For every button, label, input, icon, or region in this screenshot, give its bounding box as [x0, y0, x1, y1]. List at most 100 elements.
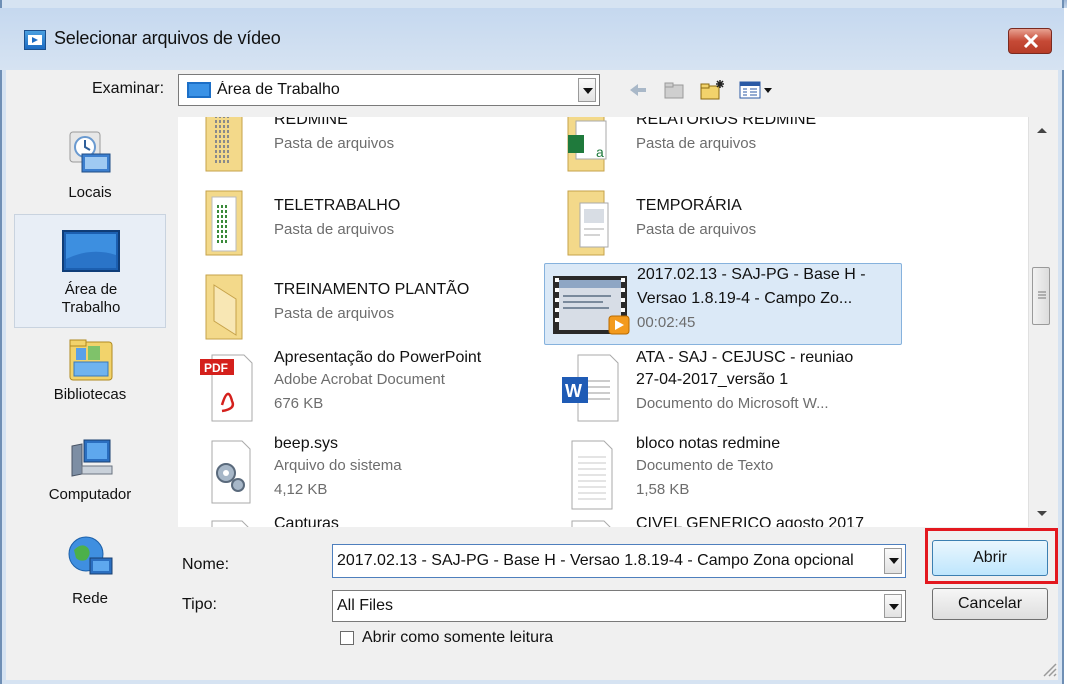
list-item-selected-video[interactable]: 2017.02.13 - SAJ-PG - Base H - Versao 1.… [544, 263, 902, 345]
file-name: TEMPORÁRIA [636, 197, 742, 214]
file-name-value: 2017.02.13 - SAJ-PG - Base H - Versao 1.… [337, 552, 854, 569]
folder-excel-icon: a [567, 117, 607, 172]
file-icon [571, 520, 611, 527]
pdf-icon: PDF [200, 354, 253, 422]
file-name: Apresentação do PowerPoint [274, 349, 482, 366]
open-button-highlight [925, 528, 1058, 584]
svg-text:PDF: PDF [204, 361, 228, 375]
file-icon [211, 520, 249, 527]
list-item[interactable]: CIVEL GENERICO agosto 2017 [544, 515, 904, 527]
look-in-label: Examinar: [92, 80, 165, 97]
file-name: bloco notas redmine [636, 435, 781, 452]
file-type: Adobe Acrobat Document [274, 371, 445, 388]
file-type: Documento do Microsoft W... [636, 395, 829, 412]
readonly-checkbox-label: Abrir como somente leitura [362, 629, 554, 646]
window-title: Selecionar arquivos de vídeo [54, 28, 281, 48]
scroll-thumb[interactable] [1032, 267, 1050, 325]
file-name: beep.sys [274, 435, 339, 452]
place-desktop-label-line1: Área de [64, 281, 118, 298]
list-item[interactable]: bloco notas redmine Documento de Texto 1… [544, 435, 904, 513]
list-item[interactable]: TELETRABALHO Pasta de arquivos [182, 183, 542, 261]
place-network-label: Rede [72, 590, 108, 607]
list-item[interactable]: a RELATÓRIOS REDMINE Pasta de arquivos [544, 117, 904, 177]
file-name-line1: ATA - SAJ - CEJUSC - reuniao [636, 349, 854, 366]
list-item[interactable]: beep.sys Arquivo do sistema 4,12 KB [182, 435, 542, 513]
place-desktop-label-line2: Trabalho [61, 299, 121, 316]
file-type: Pasta de arquivos [636, 135, 757, 152]
place-computer[interactable]: Computador [14, 428, 166, 508]
look-in-dropdown-arrow[interactable] [578, 78, 596, 102]
computer-icon [71, 439, 113, 477]
view-menu-icon[interactable] [738, 78, 774, 102]
file-name-line2: 27-04-2017_versão 1 [636, 371, 789, 388]
file-name-line1: 2017.02.13 - SAJ-PG - Base H - [637, 266, 866, 283]
place-network[interactable]: Rede [14, 520, 166, 616]
file-type-value: All Files [337, 597, 394, 614]
place-libraries[interactable]: Bibliotecas [14, 332, 166, 412]
scroll-up-arrow-icon[interactable] [1029, 119, 1055, 141]
readonly-checkbox[interactable] [340, 631, 354, 645]
file-size: 676 KB [274, 395, 324, 412]
list-item[interactable]: TEMPORÁRIA Pasta de arquivos [544, 183, 904, 261]
file-name-dropdown-arrow[interactable] [884, 548, 902, 574]
text-file-icon [571, 440, 613, 510]
file-type-dropdown-arrow[interactable] [884, 594, 902, 618]
network-icon [68, 536, 113, 575]
up-folder-icon[interactable] [662, 78, 686, 102]
word-doc-icon: W [562, 354, 619, 422]
place-recent-label: Locais [68, 184, 112, 201]
file-list[interactable]: REDMINE Pasta de arquivos a RELATÓRIOS R… [178, 117, 1028, 527]
resize-grip-icon[interactable] [1040, 660, 1058, 678]
folder-icon [567, 190, 609, 256]
look-in-value: Área de Trabalho [217, 81, 340, 98]
file-type: Pasta de arquivos [274, 221, 395, 238]
file-name: Capturas [274, 515, 339, 527]
place-recent[interactable]: Locais [14, 120, 166, 210]
video-thumbnail-icon [553, 276, 630, 335]
libraries-icon [69, 339, 113, 381]
look-in-dropdown[interactable]: Área de Trabalho [178, 74, 600, 106]
folder-icon [205, 274, 243, 340]
video-app-icon [24, 30, 46, 50]
file-type: Arquivo do sistema [274, 457, 402, 474]
file-type: Pasta de arquivos [274, 135, 395, 152]
recent-places-icon [69, 131, 111, 173]
desktop-small-icon [187, 82, 211, 98]
place-libraries-label: Bibliotecas [53, 386, 127, 403]
vertical-scrollbar[interactable] [1028, 117, 1054, 527]
list-item[interactable]: W ATA - SAJ - CEJUSC - reuniao 27-04-201… [544, 349, 904, 427]
list-item[interactable]: TREINAMENTO PLANTÃO Pasta de arquivos [182, 267, 542, 345]
file-name: RELATÓRIOS REDMINE [636, 117, 817, 128]
places-bar: Locais Área de Trabalho Bibliotecas Comp… [14, 110, 166, 640]
place-computer-label: Computador [48, 486, 132, 503]
place-desktop[interactable]: Área de Trabalho [14, 214, 166, 328]
back-arrow-icon[interactable] [626, 78, 650, 102]
file-name: TREINAMENTO PLANTÃO [274, 281, 470, 298]
new-folder-icon[interactable] [698, 78, 726, 102]
svg-text:W: W [565, 381, 582, 401]
folder-icon [205, 190, 243, 256]
svg-text:a: a [596, 144, 604, 160]
scroll-grip-icon [1038, 291, 1046, 299]
file-size: 1,58 KB [636, 481, 690, 498]
list-item[interactable]: REDMINE Pasta de arquivos [182, 117, 542, 177]
file-name-label: Nome: [182, 556, 230, 573]
file-size: 4,12 KB [274, 481, 328, 498]
list-item[interactable]: Capturas [182, 515, 542, 527]
file-name: CIVEL GENERICO agosto 2017 [636, 515, 864, 527]
desktop-icon [62, 230, 120, 272]
file-type-label: Tipo: [182, 596, 217, 613]
file-name-input[interactable]: 2017.02.13 - SAJ-PG - Base H - Versao 1.… [332, 544, 906, 578]
file-type: Pasta de arquivos [636, 221, 757, 238]
list-item[interactable]: PDF Apresentação do PowerPoint Adobe Acr… [182, 349, 542, 427]
file-name: TELETRABALHO [274, 197, 401, 214]
close-button[interactable] [1008, 28, 1052, 54]
system-file-icon [211, 440, 251, 504]
file-name-line2: Versao 1.8.19-4 - Campo Zo... [637, 290, 853, 307]
file-name: REDMINE [274, 117, 348, 128]
file-type-dropdown[interactable]: All Files [332, 590, 906, 622]
folder-icon [205, 117, 243, 172]
file-type: Documento de Texto [636, 457, 774, 474]
cancel-button[interactable]: Cancelar [932, 588, 1048, 620]
scroll-down-arrow-icon[interactable] [1029, 503, 1055, 525]
